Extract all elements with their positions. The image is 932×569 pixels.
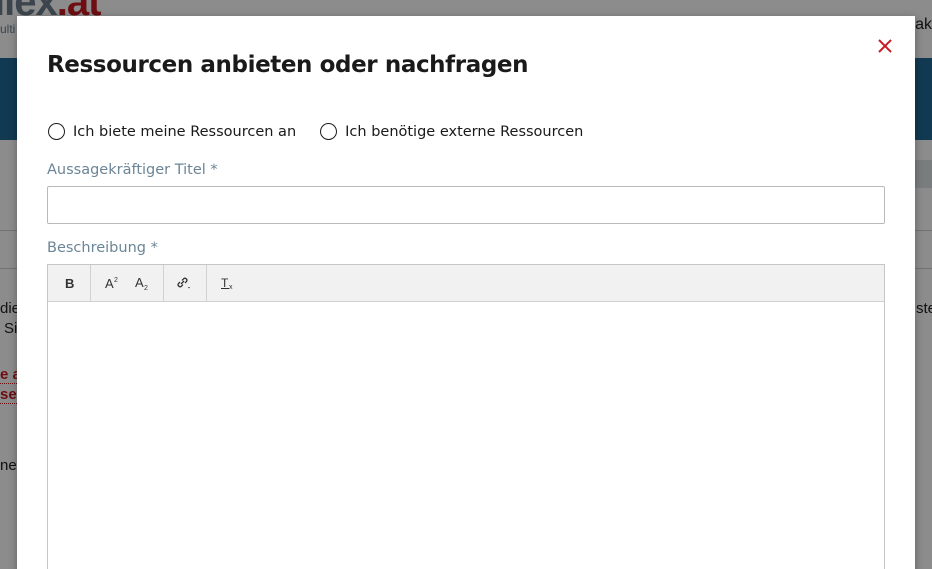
radio-need-resources[interactable]: Ich benötige externe Ressourcen <box>320 123 583 140</box>
radio-label: Ich biete meine Ressourcen an <box>73 123 297 140</box>
toolbar-group-basic: B <box>48 265 91 301</box>
resource-modal: Ressourcen anbieten oder nachfragen Ich … <box>17 16 915 569</box>
svg-text:2: 2 <box>144 285 148 290</box>
editor-toolbar: B A 2 A 2 T x <box>48 265 884 302</box>
radio-label: Ich benötige externe Ressourcen <box>345 123 584 140</box>
close-icon <box>878 39 892 53</box>
close-button[interactable] <box>875 36 895 56</box>
radio-button[interactable] <box>48 123 65 140</box>
superscript-button[interactable]: A 2 <box>97 269 127 297</box>
title-input[interactable] <box>47 186 885 224</box>
link-icon <box>177 277 190 289</box>
superscript-icon: A 2 <box>105 276 118 290</box>
svg-text:2: 2 <box>114 277 118 284</box>
svg-text:B: B <box>65 276 74 290</box>
subscript-button[interactable]: A 2 <box>127 269 157 297</box>
toolbar-group-script: A 2 A 2 <box>91 265 164 301</box>
offer-type-radio-group: Ich biete meine Ressourcen an Ich benöti… <box>48 123 607 140</box>
description-editor: B A 2 A 2 T x <box>47 264 885 569</box>
svg-text:T: T <box>221 276 229 290</box>
subscript-icon: A 2 <box>135 276 148 290</box>
radio-offer-resources[interactable]: Ich biete meine Ressourcen an <box>48 123 296 140</box>
editor-content-area[interactable] <box>48 302 884 569</box>
modal-title: Ressourcen anbieten oder nachfragen <box>47 52 529 78</box>
svg-text:A: A <box>135 276 144 290</box>
svg-text:x: x <box>229 284 233 290</box>
bold-button[interactable]: B <box>54 269 84 297</box>
description-field-label: Beschreibung * <box>47 240 158 256</box>
clear-format-button[interactable]: T x <box>213 269 243 297</box>
toolbar-group-links <box>164 265 207 301</box>
svg-text:A: A <box>105 276 114 290</box>
title-field-label: Aussagekräftiger Titel * <box>47 162 218 178</box>
toolbar-group-format: T x <box>207 265 249 301</box>
bold-icon: B <box>65 276 74 290</box>
clear-format-icon: T x <box>221 276 233 290</box>
link-button[interactable] <box>170 269 200 297</box>
radio-button[interactable] <box>320 123 338 140</box>
